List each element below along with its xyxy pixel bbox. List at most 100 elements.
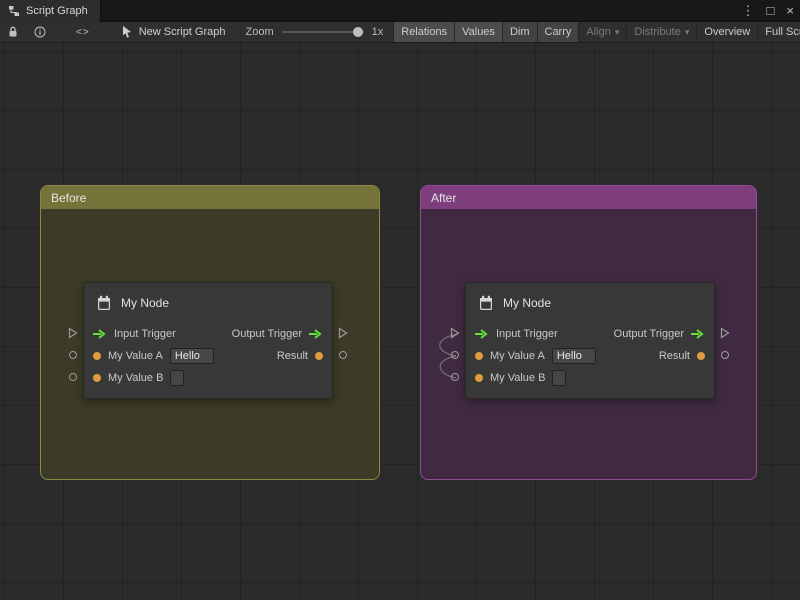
flow-out-icon[interactable] — [309, 329, 323, 339]
zoom-slider-knob[interactable] — [353, 27, 363, 37]
more-menu-button[interactable]: ⋮ — [742, 0, 755, 22]
flow-port-icon — [338, 327, 348, 339]
value-b-outer-port[interactable] — [445, 366, 465, 388]
value-port-icon[interactable] — [697, 352, 705, 360]
code-preview-button[interactable]: <> — [62, 22, 104, 42]
flow-input-outer-port[interactable] — [445, 322, 465, 344]
flow-in-icon[interactable] — [475, 329, 489, 339]
window-tab-bar: Script Graph ⋮ □ × — [0, 0, 800, 22]
port-label: Output Trigger — [232, 328, 302, 340]
port-label: Result — [277, 350, 308, 362]
unit-icon — [478, 295, 494, 311]
value-port-icon — [721, 351, 729, 359]
value-b-outer-port[interactable] — [63, 366, 83, 388]
dim-toggle[interactable]: Dim — [502, 22, 537, 42]
flow-port-icon — [68, 327, 78, 339]
port-row: My Value B — [84, 367, 332, 389]
port-row: Input Trigger Output Trigger — [84, 323, 332, 345]
pointer-icon — [122, 26, 133, 38]
graph-canvas[interactable]: Before After — [0, 43, 800, 600]
result-outer-port[interactable] — [333, 344, 353, 366]
port-label: My Value B — [108, 372, 163, 384]
node-header[interactable]: My Node — [84, 283, 332, 323]
flow-output-outer-port[interactable] — [715, 322, 735, 344]
port-label: My Value A — [108, 350, 163, 362]
value-port-icon — [451, 351, 459, 359]
value-a-outer-port[interactable] — [445, 344, 465, 366]
external-ports-left — [63, 282, 83, 399]
value-a-outer-port[interactable] — [63, 344, 83, 366]
port-label: Result — [659, 350, 690, 362]
value-port-icon — [339, 351, 347, 359]
graph-icon — [8, 5, 20, 17]
node-my-node-after: My Node Input Trigger Output Trigger — [445, 282, 735, 399]
port-label: Output Trigger — [614, 328, 684, 340]
node[interactable]: My Node Input Trigger Output Trigger — [83, 282, 333, 399]
port-label: Input Trigger — [496, 328, 558, 340]
zoom-slider[interactable] — [282, 31, 364, 33]
value-port-icon[interactable] — [93, 352, 101, 360]
distribute-menu[interactable]: Distribute ▾ — [626, 22, 696, 42]
code-icon: <> — [76, 27, 90, 38]
port-row: My Value A Result — [84, 345, 332, 367]
node-my-node-before: My Node Input Trigger Output Trigger — [63, 282, 353, 399]
fullscreen-button[interactable]: Full Scr — [757, 22, 800, 42]
maximize-button[interactable]: □ — [767, 0, 775, 22]
inspect-button[interactable] — [26, 22, 54, 42]
value-b-field[interactable] — [170, 370, 184, 386]
port-label: My Value B — [490, 372, 545, 384]
info-icon — [34, 26, 46, 38]
overview-button[interactable]: Overview — [696, 22, 757, 42]
port-label: My Value A — [490, 350, 545, 362]
value-port-icon[interactable] — [475, 374, 483, 382]
values-toggle[interactable]: Values — [454, 22, 502, 42]
tab-title: Script Graph — [26, 5, 88, 17]
group-label: Before — [51, 191, 86, 205]
group-header[interactable]: After — [421, 186, 756, 209]
value-port-icon — [451, 373, 459, 381]
align-menu[interactable]: Align ▾ — [578, 22, 626, 42]
unit-icon — [96, 295, 112, 311]
zoom-value: 1x — [372, 26, 384, 38]
value-a-field[interactable] — [552, 348, 596, 364]
external-ports-right — [333, 282, 353, 399]
value-port-icon — [69, 373, 77, 381]
node-title: My Node — [503, 296, 551, 310]
value-a-field[interactable] — [170, 348, 214, 364]
graph-toolbar: <> New Script Graph Zoom 1x Relations Va… — [0, 22, 800, 43]
node[interactable]: My Node Input Trigger Output Trigger — [465, 282, 715, 399]
carry-toggle[interactable]: Carry — [537, 22, 579, 42]
flow-port-icon — [450, 327, 460, 339]
port-row: My Value A Result — [466, 345, 714, 367]
graph-name: New Script Graph — [112, 22, 236, 42]
value-port-icon — [69, 351, 77, 359]
external-ports-left — [445, 282, 465, 399]
chevron-down-icon: ▾ — [685, 27, 690, 38]
external-ports-right — [715, 282, 735, 399]
close-button[interactable]: × — [786, 0, 794, 22]
value-port-icon[interactable] — [93, 374, 101, 382]
flow-port-icon — [720, 327, 730, 339]
node-header[interactable]: My Node — [466, 283, 714, 323]
value-b-field[interactable] — [552, 370, 566, 386]
zoom-label: Zoom — [246, 26, 274, 38]
node-title: My Node — [121, 296, 169, 310]
flow-input-outer-port[interactable] — [63, 322, 83, 344]
tab-script-graph[interactable]: Script Graph — [0, 0, 101, 22]
port-row: My Value B — [466, 367, 714, 389]
flow-output-outer-port[interactable] — [333, 322, 353, 344]
lock-icon — [8, 26, 18, 38]
port-row: Input Trigger Output Trigger — [466, 323, 714, 345]
flow-out-icon[interactable] — [691, 329, 705, 339]
result-outer-port[interactable] — [715, 344, 735, 366]
port-label: Input Trigger — [114, 328, 176, 340]
value-port-icon[interactable] — [475, 352, 483, 360]
flow-in-icon[interactable] — [93, 329, 107, 339]
value-port-icon[interactable] — [315, 352, 323, 360]
group-header[interactable]: Before — [41, 186, 379, 209]
chevron-down-icon: ▾ — [615, 27, 620, 38]
lock-button[interactable] — [0, 22, 26, 42]
relations-toggle[interactable]: Relations — [393, 22, 454, 42]
graph-name-label: New Script Graph — [139, 26, 226, 38]
group-label: After — [431, 191, 456, 205]
